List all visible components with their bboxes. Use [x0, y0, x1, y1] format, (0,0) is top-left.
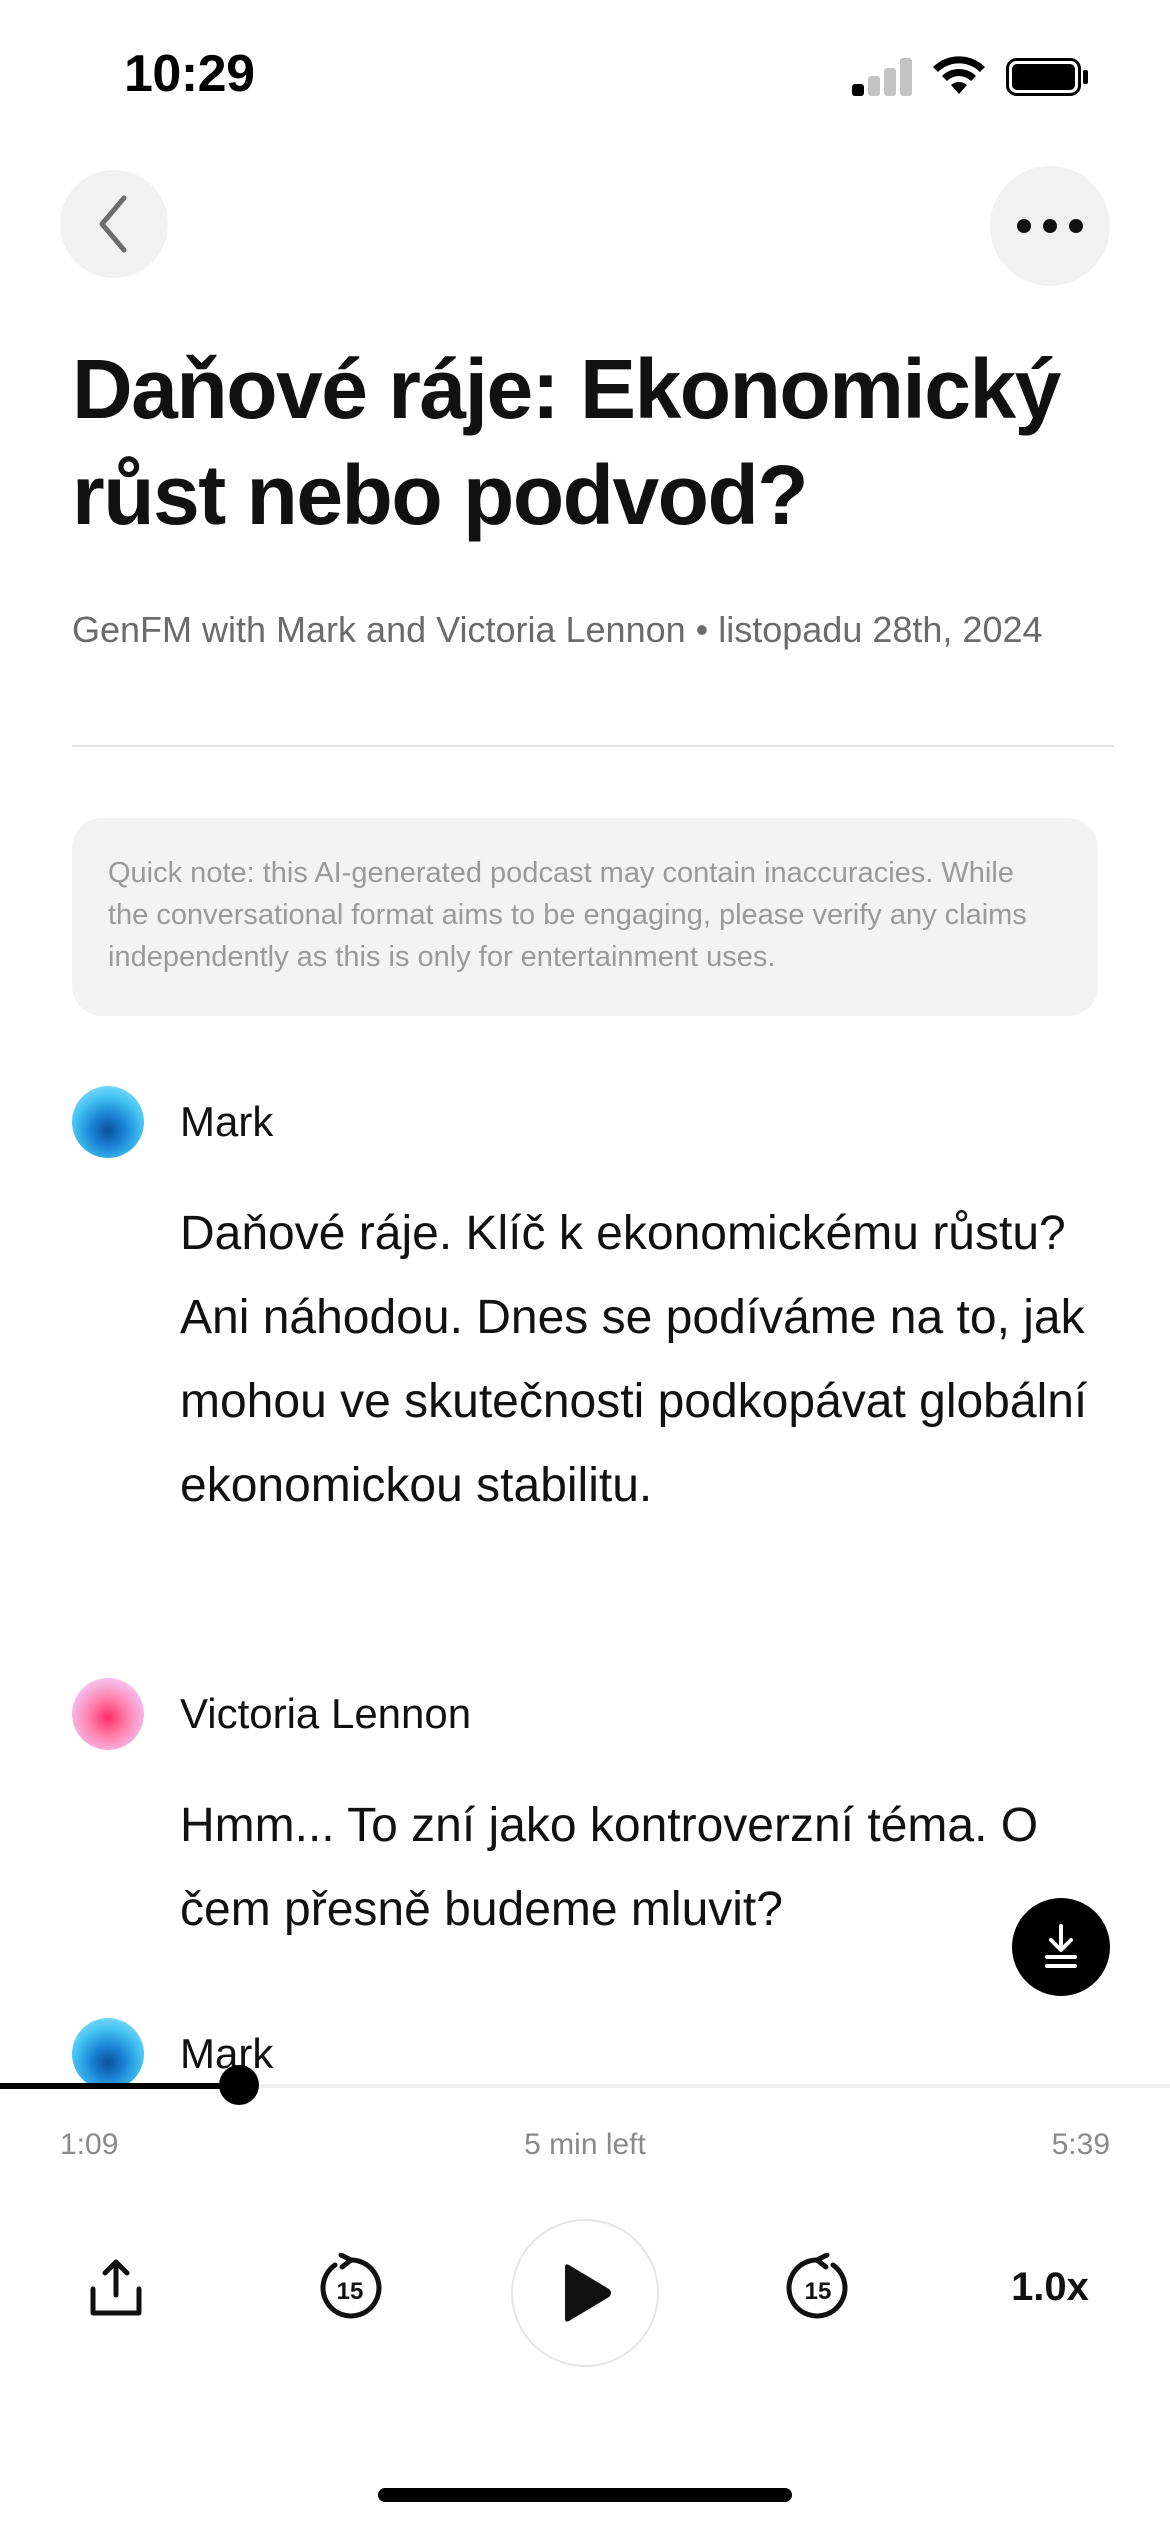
chevron-left-icon	[99, 195, 127, 253]
speech-text: Daňové ráje. Klíč k ekonomickému růstu? …	[180, 1207, 1088, 1512]
episode-title: Daňové ráje: Ekonomický růst nebo podvod…	[72, 342, 1061, 542]
audio-player: 5 min left 1:09 5:39 15 15 1.0x	[0, 2065, 1170, 2532]
home-indicator[interactable]	[378, 2488, 792, 2502]
speaker-name: Victoria Lennon	[180, 1690, 472, 1737]
rewind-15-button[interactable]: 15	[306, 2244, 394, 2332]
time-remaining: 5 min left	[524, 2128, 646, 2161]
progress-track[interactable]	[0, 2065, 1170, 2105]
ellipsis-icon	[1017, 219, 1083, 233]
status-time: 10:29	[124, 45, 255, 103]
download-icon	[1045, 1924, 1077, 1968]
more-options-button[interactable]	[990, 166, 1110, 286]
avatar	[72, 1086, 144, 1158]
progress-fill	[0, 2083, 239, 2089]
avatar	[72, 1678, 144, 1750]
ai-disclaimer-note: Quick note: this AI-generated podcast ma…	[72, 818, 1098, 1016]
speaker-name: Mark	[180, 1098, 274, 1145]
time-elapsed: 1:09	[60, 2128, 119, 2161]
time-duration: 5:39	[1051, 2128, 1110, 2161]
rewind-seconds: 15	[337, 2278, 364, 2305]
forward-15-icon: 15	[786, 2253, 848, 2319]
forward-seconds: 15	[805, 2278, 832, 2305]
avatar	[72, 2018, 144, 2090]
cellular-signal-icon	[852, 56, 914, 96]
divider	[72, 745, 1114, 747]
download-button[interactable]	[1012, 1898, 1110, 1996]
share-button[interactable]	[76, 2248, 156, 2328]
status-bar: 10:29	[0, 0, 1170, 150]
share-icon	[90, 2259, 142, 2316]
play-button[interactable]	[511, 2219, 659, 2367]
episode-meta: GenFM with Mark and Victoria Lennon • li…	[72, 609, 1043, 650]
back-button[interactable]	[60, 170, 168, 278]
battery-icon	[1006, 58, 1088, 96]
wifi-icon	[933, 56, 985, 94]
playback-speed-button[interactable]: 1.0x	[990, 2252, 1110, 2322]
play-icon	[565, 2264, 611, 2322]
rewind-15-icon: 15	[320, 2253, 382, 2319]
forward-15-button[interactable]: 15	[774, 2244, 862, 2332]
progress-knob[interactable]	[218, 2065, 259, 2105]
speech-text: Hmm... To zní jako kontroverzní téma. O …	[180, 1799, 1039, 1936]
